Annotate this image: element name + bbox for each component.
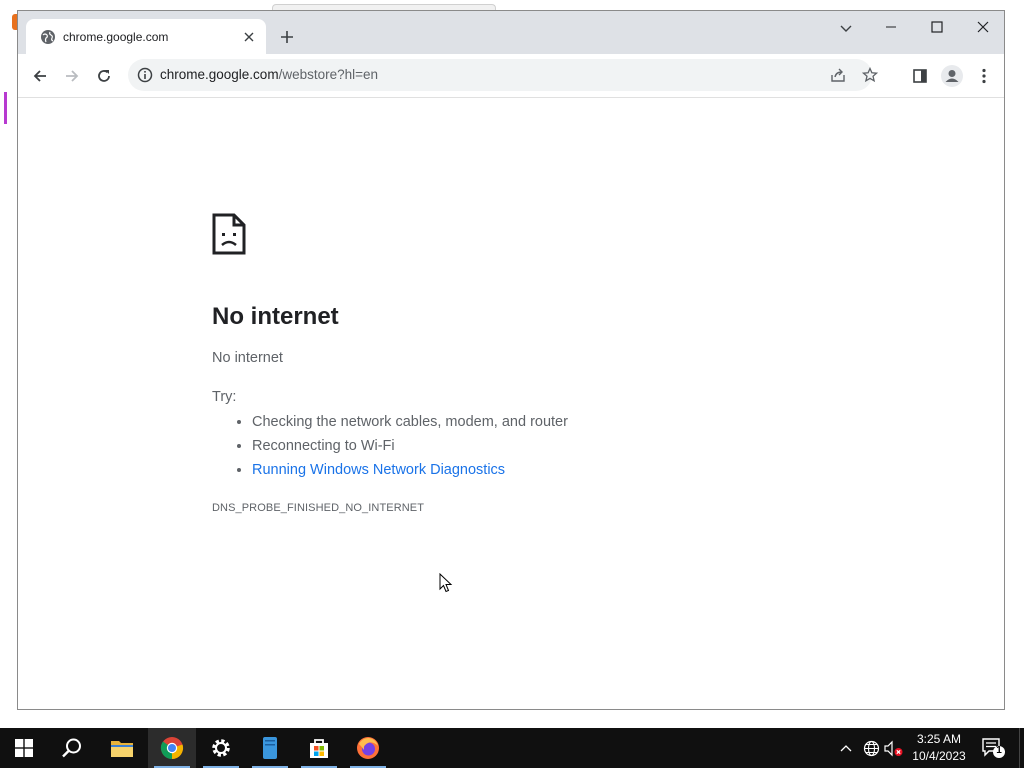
arrow-right-icon [66,70,79,82]
chevron-down-icon [840,25,852,32]
plus-icon [281,31,293,43]
suggestions-list: Checking the network cables, modem, and … [212,413,568,485]
network-diagnostics-link[interactable]: Running Windows Network Diagnostics [252,462,505,478]
network-globe-icon[interactable] [861,738,881,758]
maximize-icon [931,21,943,33]
profile-button[interactable] [938,62,966,90]
minimize-button[interactable] [868,11,914,43]
menu-button[interactable] [970,62,998,90]
reload-icon [98,70,110,82]
notification-count-badge: 1 [996,745,1002,756]
show-desktop-button[interactable] [1019,728,1024,768]
clock-date: 10/4/2023 [912,749,966,763]
suggestion-item: Reconnecting to Wi-Fi [252,437,568,461]
taskbar-search-button[interactable] [48,728,96,768]
url-path: /webstore?hl=en [278,67,379,82]
try-label: Try: [212,389,237,405]
chrome-taskbar-button[interactable] [148,728,196,768]
side-panel-icon [913,69,927,83]
clock[interactable]: 3:25 AM 10/4/2023 [907,731,971,765]
tab-strip: chrome.google.com [18,11,1004,54]
tab-title: chrome.google.com [63,30,169,44]
notepad-taskbar-button[interactable] [246,728,294,768]
suggestion-item: Checking the network cables, modem, and … [252,413,568,437]
clock-time: 3:25 AM [916,732,962,746]
close-window-button[interactable] [960,11,1006,43]
maximize-button[interactable] [914,11,960,43]
url-text: chrome.google.com/webstore?hl=en [160,67,378,82]
address-bar[interactable]: chrome.google.com/webstore?hl=en [128,59,878,91]
browser-toolbar: chrome.google.com/webstore?hl=en [18,54,1004,98]
forward-button[interactable] [58,62,86,90]
chrome-icon [160,737,184,760]
folder-icon [111,741,133,757]
mouse-cursor-icon [439,573,453,593]
firefox-taskbar-button[interactable] [344,728,392,768]
page-content: No internet No internet Try: Checking th… [18,98,1004,709]
error-code: DNS_PROBE_FINISHED_NO_INTERNET [212,502,425,514]
error-subtitle: No internet [212,350,283,366]
avatar-icon [941,65,963,87]
error-heading: No internet [212,303,339,330]
tab-search-button[interactable] [834,17,858,41]
notepad-icon [263,737,277,759]
share-icon [831,68,845,82]
notification-center-button[interactable]: 1 [980,736,1006,760]
background-window-edge [4,92,7,124]
minimize-icon [886,26,896,28]
search-icon [62,738,81,758]
gear-icon [212,739,230,757]
new-tab-button[interactable] [276,26,298,48]
url-host: chrome.google.com [160,67,279,82]
share-button[interactable] [828,65,848,85]
close-icon [977,21,989,33]
taskbar: 3:25 AM 10/4/2023 1 [0,728,1024,768]
tab-active[interactable]: chrome.google.com [26,19,266,54]
store-taskbar-button[interactable] [295,728,343,768]
arrow-left-icon [33,70,46,82]
browser-window: chrome.google.com chrome.google.com/webs… [17,10,1005,710]
firefox-icon [357,737,379,759]
close-tab-icon[interactable] [240,28,258,46]
back-button[interactable] [26,62,54,90]
chevron-up-icon[interactable] [836,738,856,758]
reload-button[interactable] [90,62,118,90]
star-icon [862,67,878,83]
windows-logo-icon [15,739,33,757]
globe-icon [41,30,55,44]
sad-page-icon [212,213,246,255]
more-vertical-icon [982,68,986,84]
bookmark-star-button[interactable] [860,65,880,85]
info-icon[interactable] [137,67,153,83]
settings-taskbar-button[interactable] [197,728,245,768]
start-button[interactable] [0,728,48,768]
side-panel-button[interactable] [906,62,934,90]
store-icon [310,739,328,758]
volume-muted-icon[interactable] [884,738,904,758]
file-explorer-taskbar-button[interactable] [98,728,146,768]
suggestion-item: Running Windows Network Diagnostics [252,461,568,485]
